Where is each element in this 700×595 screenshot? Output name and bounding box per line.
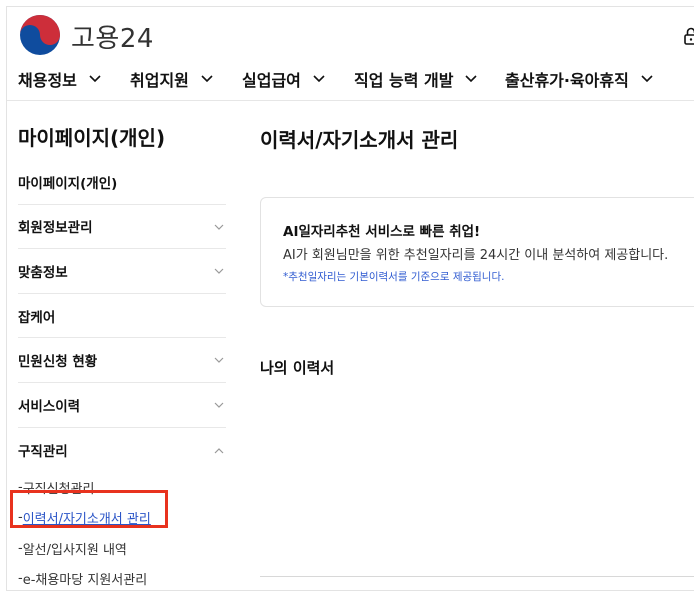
sidebar-item-label: 구직관리 (18, 443, 68, 460)
sub-item-e-recruit-applications[interactable]: - e-채용마당 지원서관리 (18, 564, 226, 590)
sidebar-title: 마이페이지(개인) (18, 126, 166, 150)
chevron-down-icon (201, 75, 213, 83)
sidebar-item-custom-info[interactable]: 맞춤정보 (18, 249, 226, 294)
sidebar-item-member-info[interactable]: 회원정보관리 (18, 205, 226, 250)
gnb-item-employment-support[interactable]: 취업지원 (130, 67, 213, 91)
sidebar-item-label: 서비스이력 (18, 398, 81, 415)
sidebar-item-label: 민원신청 현황 (18, 354, 98, 371)
banner-note: *추천일자리는 기본이력서를 기준으로 제공됩니다. (283, 271, 505, 283)
chevron-down-icon (214, 402, 224, 408)
page-title: 이력서/자기소개서 관리 (260, 128, 459, 152)
section-title-my-resume: 나의 이력서 (260, 359, 335, 377)
gnb-item-label: 직업 능력 개발 (354, 71, 454, 90)
gnb-item-label: 취업지원 (130, 71, 189, 90)
site-logo-text[interactable]: 고용24 (71, 18, 154, 55)
sidebar-item-job-seeking[interactable]: 구직관리 (18, 428, 226, 473)
chevron-up-icon (214, 447, 224, 453)
gnb-item-label: 채용정보 (18, 71, 77, 90)
sidebar-item-label: 맞춤정보 (18, 264, 68, 281)
chevron-down-icon (641, 75, 653, 83)
gnb-item-vocational-training[interactable]: 직업 능력 개발 (354, 67, 478, 91)
chevron-down-icon (214, 357, 224, 364)
sidebar-item-service-history[interactable]: 서비스이력 (18, 383, 226, 428)
gnb-item-jobs[interactable]: 채용정보 (18, 67, 101, 91)
sidebar-item-label: 회원정보관리 (18, 220, 93, 237)
ai-recommend-banner: AI일자리추천 서비스로 빠른 취업! AI가 회원님만을 위한 추천일자리를 … (260, 197, 694, 307)
sub-item-label: 알선/입사지원 내역 (22, 542, 127, 558)
sidebar-item-label: 잡케어 (18, 309, 56, 326)
gnb-item-label: 실업급여 (242, 71, 301, 90)
chevron-down-icon (465, 75, 478, 83)
banner-body: AI가 회원님만을 위한 추천일자리를 24시간 이내 분석하여 제공합니다. (283, 248, 669, 263)
banner-heading: AI일자리추천 서비스로 빠른 취업! (283, 224, 481, 240)
page-frame: 고용24 채용정보 취업지원 실업급여 직업 능력 개발 출산휴가·육아휴직 마… (6, 6, 694, 591)
global-nav: 채용정보 취업지원 실업급여 직업 능력 개발 출산휴가·육아휴직 (7, 65, 694, 101)
sub-item-label: e-채용마당 지원서관리 (22, 573, 148, 589)
lock-icon[interactable] (684, 27, 694, 45)
highlight-box (10, 490, 168, 528)
taegeuk-logo-icon[interactable] (19, 14, 61, 56)
divider (260, 576, 694, 577)
gnb-item-label: 출산휴가·육아휴직 (505, 71, 629, 90)
chevron-down-icon (214, 224, 224, 230)
sidebar-item-jobcare[interactable]: 잡케어 (18, 294, 226, 339)
sidebar-item-label: 마이페이지(개인) (18, 175, 118, 192)
chevron-down-icon (214, 268, 224, 275)
gnb-item-unemployment-benefit[interactable]: 실업급여 (242, 67, 325, 91)
sidebar-item-mypage[interactable]: 마이페이지(개인) (18, 160, 226, 205)
chevron-down-icon (89, 75, 101, 83)
gnb-item-parental-leave[interactable]: 출산휴가·육아휴직 (505, 67, 653, 91)
chevron-down-icon (313, 75, 325, 83)
sub-item-referral-history[interactable]: - 알선/입사지원 내역 (18, 533, 226, 564)
sidebar-item-petition-status[interactable]: 민원신청 현황 (18, 338, 226, 383)
